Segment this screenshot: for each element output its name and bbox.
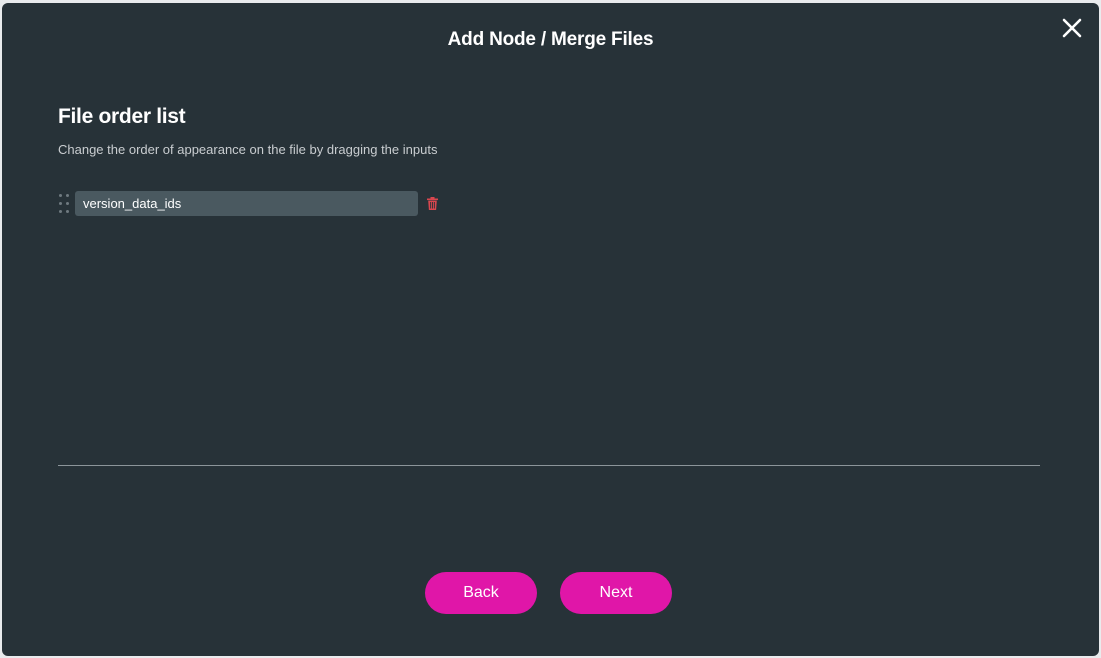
close-icon <box>1061 17 1083 39</box>
merge-files-modal: Add Node / Merge Files File order list C… <box>2 3 1099 656</box>
section-title: File order list <box>58 105 185 129</box>
drag-handle-icon[interactable] <box>58 194 71 214</box>
delete-file-button[interactable] <box>425 196 439 212</box>
divider <box>58 465 1040 466</box>
file-order-input[interactable] <box>75 191 418 216</box>
back-button[interactable]: Back <box>425 572 537 614</box>
trash-icon <box>427 197 438 210</box>
modal-title: Add Node / Merge Files <box>2 29 1099 51</box>
next-button[interactable]: Next <box>560 572 672 614</box>
close-button[interactable] <box>1061 17 1083 39</box>
section-description: Change the order of appearance on the fi… <box>58 142 437 157</box>
file-order-item <box>58 191 439 216</box>
